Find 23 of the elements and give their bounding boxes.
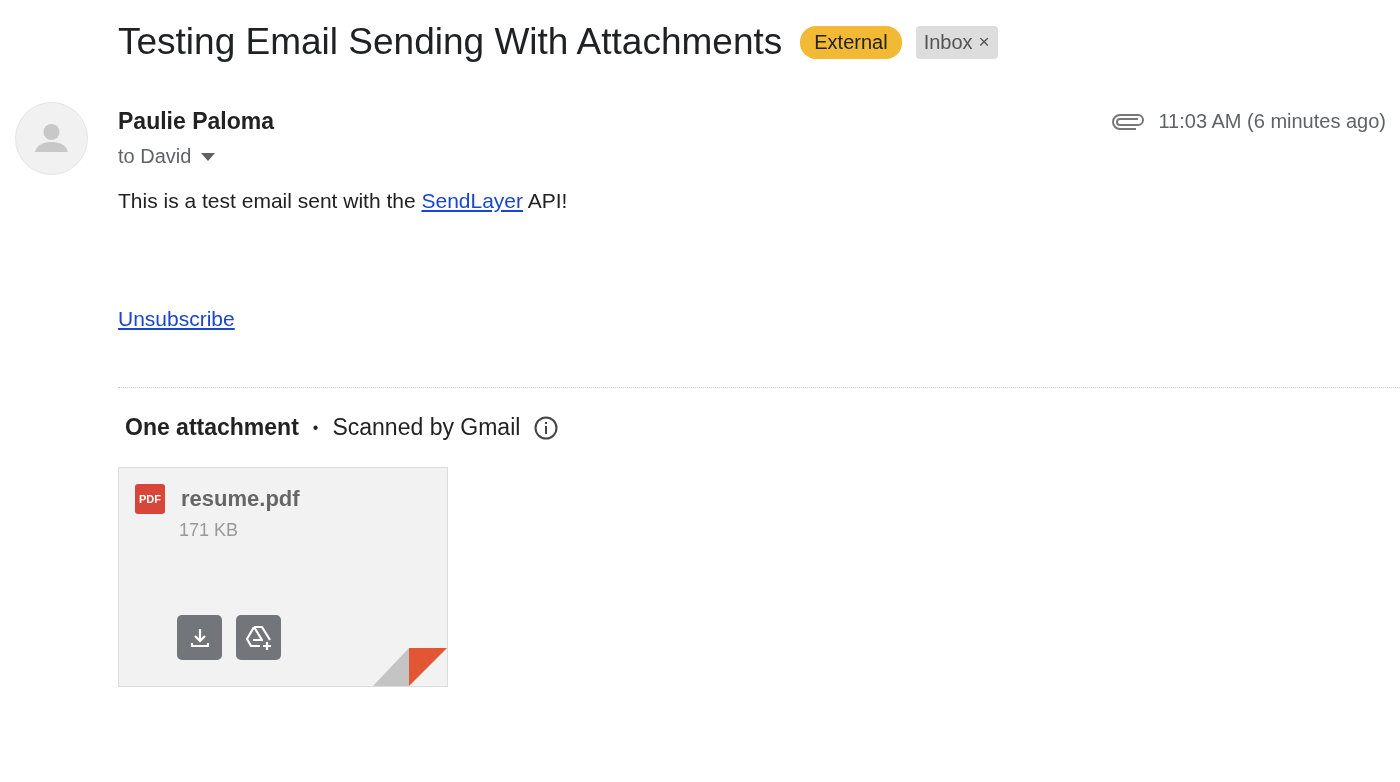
paperclip-icon	[1112, 113, 1145, 130]
save-to-drive-button[interactable]	[236, 615, 281, 660]
recipient-dropdown[interactable]: to David	[118, 145, 1083, 168]
separator-dot: •	[312, 418, 319, 437]
file-name: resume.pdf	[181, 485, 300, 513]
label-chip[interactable]: Inbox ×	[915, 25, 998, 59]
file-size: 171 KB	[179, 520, 240, 541]
scan-notice: Scanned by Gmail	[332, 414, 521, 441]
sender-name: Paulie Paloma	[118, 108, 276, 135]
remove-label-button[interactable]: ×	[978, 31, 990, 53]
message-text: This is a test email sent with the SendLayer API!	[118, 189, 569, 213]
file-type-badge: PDF	[135, 484, 165, 514]
timestamp: 11:03 AM (6 minutes ago)	[1158, 110, 1386, 133]
sendlayer-link[interactable]: SendLayer	[421, 189, 524, 212]
attachment-card[interactable]: PDF resume.pdf 171 KB	[118, 467, 448, 687]
download-button[interactable]	[177, 615, 222, 660]
email-subject: Testing Email Sending With Attachments	[118, 21, 783, 63]
unsubscribe-link[interactable]: Unsubscribe	[118, 307, 235, 330]
info-icon[interactable]	[534, 415, 559, 440]
drive-add-icon	[243, 623, 274, 652]
attachments-title: One attachment	[125, 414, 299, 441]
caret-icon	[201, 152, 216, 161]
label-chip[interactable]: External	[800, 25, 902, 59]
